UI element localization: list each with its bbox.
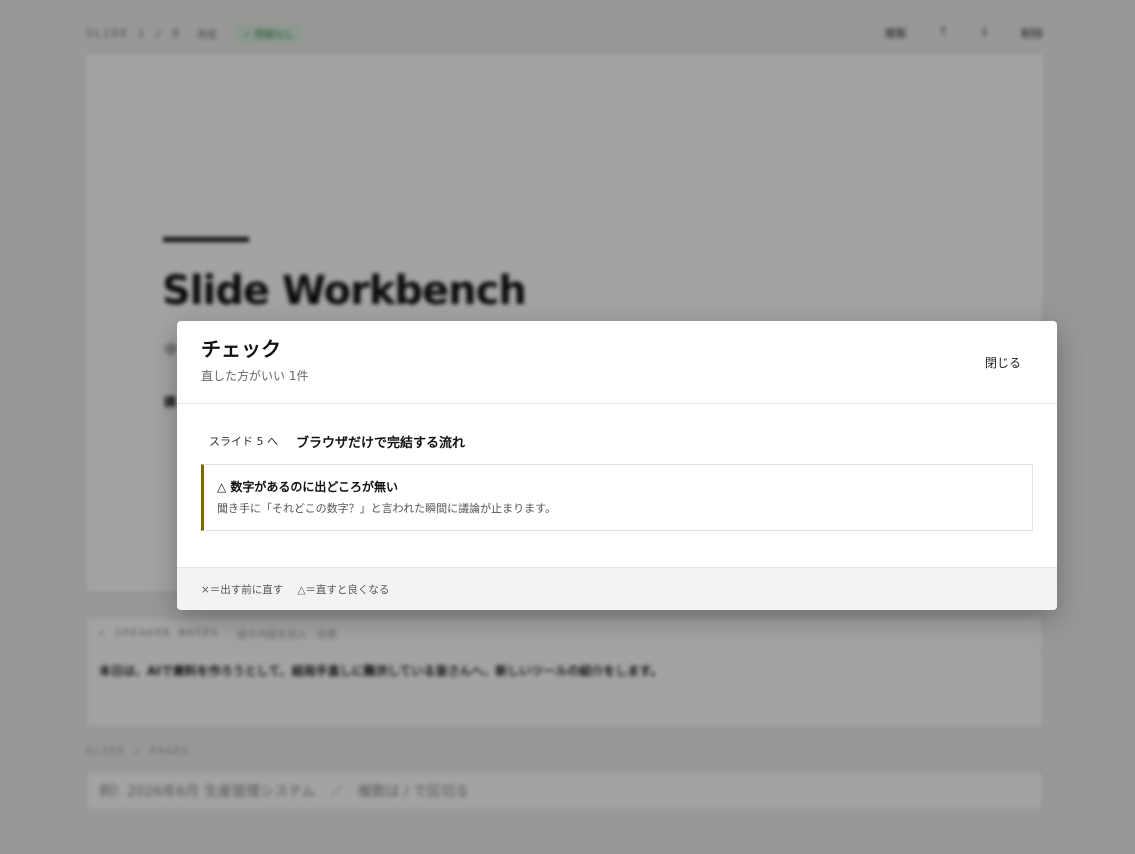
severity-legend: ×＝出す前に直す △＝直すと良くなる	[177, 567, 1057, 610]
dialog-subtitle: 直した方がいい 1件	[201, 369, 309, 383]
legend-cross: ×＝出す前に直す	[201, 583, 284, 596]
issue-card: △ 数字があるのに出どころが無い 聞き手に「それどこの数字？」と言われた瞬間に議…	[201, 464, 1033, 531]
issue-group: スライド 5 へ ブラウザだけで完結する流れ △ 数字があるのに出どころが無い …	[201, 430, 1033, 531]
legend-triangle: △＝直すと良くなる	[297, 583, 390, 596]
check-dialog: チェック 直した方がいい 1件 閉じる スライド 5 へ ブラウザだけで完結する…	[177, 321, 1057, 610]
close-button[interactable]: 閉じる	[973, 349, 1033, 375]
check-dialog-body: スライド 5 へ ブラウザだけで完結する流れ △ 数字があるのに出どころが無い …	[177, 404, 1057, 567]
issue-slide-title: ブラウザだけで完結する流れ	[296, 435, 466, 451]
check-dialog-header: チェック 直した方がいい 1件 閉じる	[177, 321, 1057, 404]
goto-slide-button[interactable]: スライド 5 へ	[201, 430, 286, 452]
issue-description: 聞き手に「それどこの数字？」と言われた瞬間に議論が止まります。	[217, 502, 557, 515]
issue-title: △ 数字があるのに出どころが無い	[217, 480, 399, 494]
dialog-title: チェック	[201, 337, 281, 361]
issue-group-header: スライド 5 へ ブラウザだけで完結する流れ	[201, 430, 1033, 452]
